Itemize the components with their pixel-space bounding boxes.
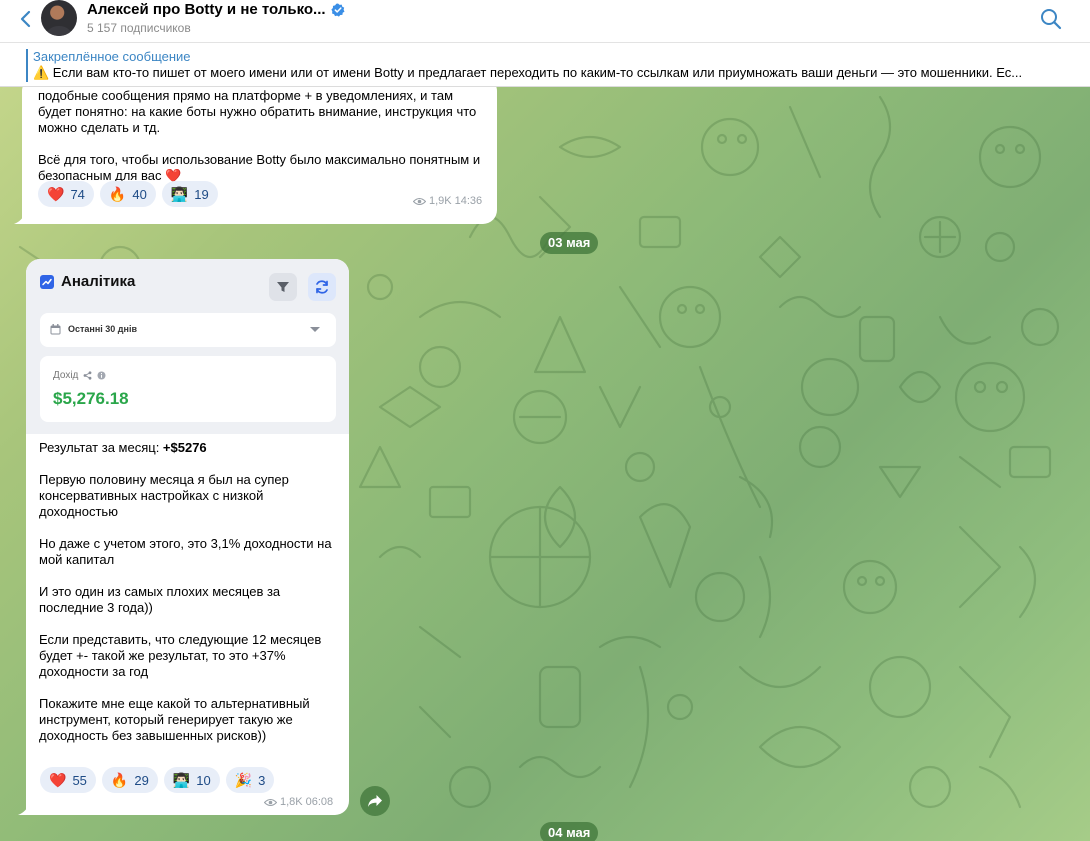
reaction-count: 3 [258, 772, 266, 788]
share-icon [83, 371, 92, 380]
result-line: Результат за месяц: +$5276 [39, 440, 339, 456]
reaction-emoji: ❤️ [47, 186, 65, 202]
forward-button[interactable] [360, 786, 390, 816]
eye-icon [413, 197, 426, 205]
message-paragraph: Первую половину месяца я был на супер ко… [39, 472, 289, 519]
views-count: 1,8K [280, 796, 303, 808]
message-paragraph: Покажите мне еще какой то альтернативный… [39, 696, 310, 743]
forward-icon [368, 795, 382, 807]
reactions-row: ❤️ 74 🔥 40 👨🏻‍💻 19 [38, 181, 218, 207]
pinned-text: ⚠️ Если вам кто-то пишет от моего имени … [33, 65, 1023, 80]
channel-avatar[interactable] [41, 0, 77, 36]
reaction-count: 19 [194, 186, 209, 202]
message-paragraph: Если представить, что следующие 12 месяц… [39, 632, 322, 679]
reaction-fire[interactable]: 🔥 40 [99, 181, 156, 207]
message-time: 06:08 [305, 796, 334, 808]
analytics-chart-icon [40, 274, 54, 289]
result-value: +$5276 [162, 440, 207, 455]
message-meta: 1,9K 14:36 [413, 195, 482, 207]
income-panel: Дохід $5,276.18 [40, 356, 336, 422]
search-icon[interactable] [1040, 8, 1062, 30]
analytics-title: Аналітика [61, 273, 136, 290]
pinned-label: Закреплённое сообщение [33, 49, 191, 64]
income-value: $5,276.18 [53, 389, 129, 408]
reaction-party[interactable]: 🎉 3 [225, 767, 275, 793]
message-meta: 1,8K 06:08 [264, 796, 333, 808]
income-label: Дохід [53, 370, 79, 381]
bubble-tail [14, 212, 26, 224]
message-paragraph: подобные сообщения прямо на платформе + … [38, 88, 477, 135]
reactions-row: ❤️ 55 🔥 29 👨🏻‍💻 10 🎉 3 [40, 767, 275, 793]
eye-icon [264, 798, 277, 806]
channel-title-row[interactable]: Алексей про Botty и не только... [87, 1, 345, 18]
period-select[interactable]: Останні 30 днів [40, 313, 336, 347]
reaction-count: 55 [72, 772, 87, 788]
message-time: 14:36 [454, 195, 483, 207]
reaction-count: 29 [134, 772, 149, 788]
chat-area[interactable]: подобные сообщения прямо на платформе + … [0, 87, 1090, 841]
verified-icon [330, 3, 345, 17]
reaction-emoji: 🔥 [110, 772, 129, 788]
reaction-heart[interactable]: ❤️ 55 [40, 767, 96, 793]
chat-header: Алексей про Botty и не только... 5 157 п… [0, 0, 1090, 43]
result-prefix: Результат за месяц: [39, 440, 163, 455]
pinned-message-bar[interactable]: Закреплённое сообщение ⚠️ Если вам кто-т… [0, 44, 1090, 87]
info-icon [97, 371, 106, 380]
income-label-row: Дохід [53, 370, 106, 381]
reaction-emoji: 👨🏻‍💻 [170, 186, 189, 202]
reaction-count: 74 [70, 186, 85, 202]
date-separator: 03 мая [540, 232, 599, 254]
bubble-tail [18, 803, 30, 815]
message-text: Результат за месяц: +$5276 Первую полови… [39, 440, 339, 760]
period-value: Останні 30 днів [68, 324, 137, 334]
reaction-technologist[interactable]: 👨🏻‍💻 19 [161, 181, 218, 207]
filter-icon [277, 282, 289, 292]
reaction-technologist[interactable]: 👨🏻‍💻 10 [163, 767, 220, 793]
reaction-emoji: ❤️ [49, 772, 67, 788]
subscriber-count: 5 157 подписчиков [87, 21, 191, 35]
channel-title: Алексей про Botty и не только... [87, 1, 326, 18]
calendar-icon [50, 324, 61, 335]
back-chevron-icon[interactable] [15, 8, 37, 30]
refresh-button[interactable] [308, 273, 336, 301]
views-count: 1,9K [429, 195, 452, 207]
reaction-emoji: 👨🏻‍💻 [172, 772, 191, 788]
filter-button[interactable] [269, 273, 297, 301]
reaction-emoji: 🎉 [234, 772, 253, 788]
message-paragraph: Но даже с учетом этого, это 3,1% доходно… [39, 536, 332, 567]
reaction-count: 10 [196, 772, 211, 788]
message-bubble[interactable]: подобные сообщения прямо на платформе + … [22, 87, 497, 224]
reaction-count: 40 [132, 186, 147, 202]
message-paragraph: Всё для того, чтобы использование Botty … [38, 152, 481, 183]
reaction-fire[interactable]: 🔥 29 [101, 767, 158, 793]
message-paragraph: И это один из самых плохих месяцев за по… [39, 584, 281, 615]
chevron-down-icon [310, 327, 320, 332]
analytics-card-image[interactable]: Аналітика Останні 30 днів Дохід $5,276.1… [26, 259, 349, 434]
reaction-heart[interactable]: ❤️ 74 [38, 181, 94, 207]
message-bubble[interactable]: Аналітика Останні 30 днів Дохід $5,276.1… [26, 259, 349, 815]
refresh-icon [316, 280, 328, 294]
pinned-accent-bar [26, 49, 28, 82]
analytics-header: Аналітика [40, 273, 135, 290]
date-separator: 04 мая [540, 822, 599, 841]
reaction-emoji: 🔥 [108, 186, 127, 202]
